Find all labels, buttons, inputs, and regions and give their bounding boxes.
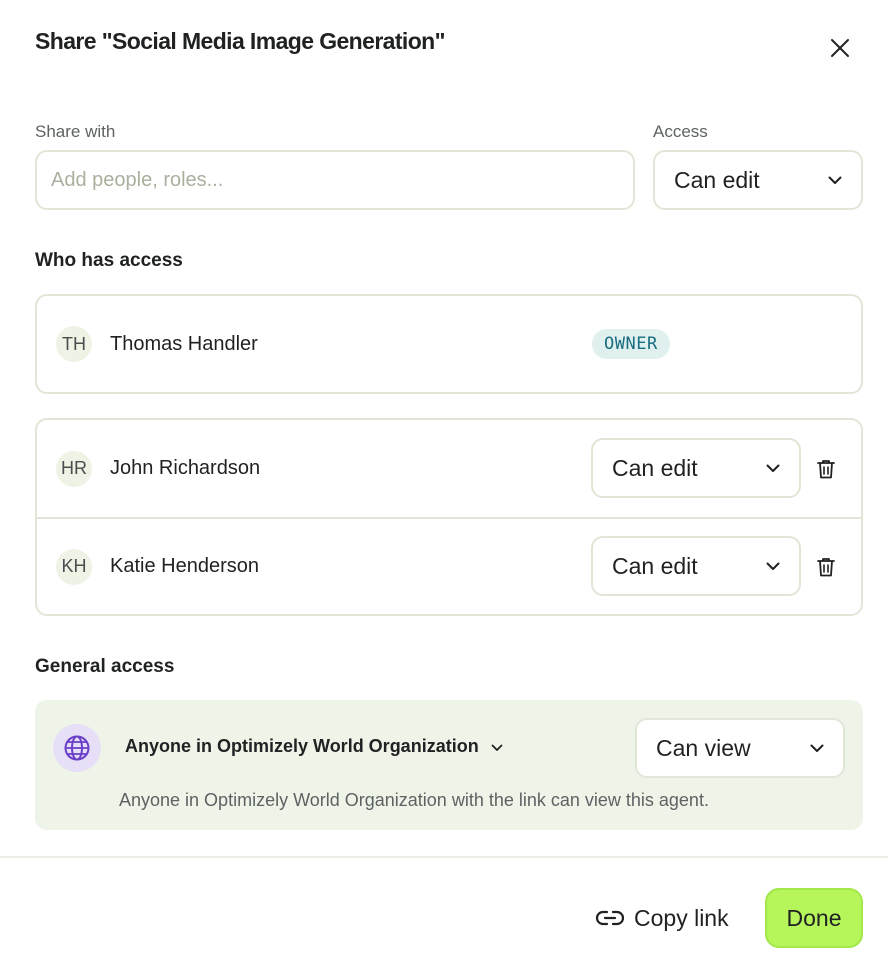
general-access-permission-value: Can view (656, 734, 751, 761)
remove-member-button[interactable] (815, 555, 837, 579)
general-access-description: Anyone in Optimizely World Organization … (119, 790, 709, 810)
owner-badge: OWNER (592, 329, 670, 359)
member-permission-value: Can edit (612, 552, 698, 579)
member-row: HR John Richardson Can edit (37, 420, 861, 517)
link-icon (596, 910, 624, 926)
owner-card: TH Thomas Handler OWNER (35, 294, 863, 394)
share-with-input[interactable] (35, 150, 635, 210)
copy-link-label: Copy link (634, 904, 729, 931)
avatar: TH (56, 326, 92, 362)
member-name: John Richardson (110, 457, 261, 479)
remove-member-button[interactable] (815, 457, 837, 481)
trash-icon (817, 557, 835, 576)
globe-icon (64, 735, 90, 761)
avatar: KH (56, 548, 92, 585)
done-button[interactable]: Done (765, 888, 863, 948)
access-select[interactable]: Can edit (653, 150, 863, 210)
member-permission-select[interactable]: Can edit (591, 536, 801, 596)
share-with-label: Share with (35, 122, 116, 141)
avatar: HR (56, 450, 92, 487)
general-access-scope-select[interactable]: Anyone in Optimizely World Organization (125, 736, 503, 757)
copy-link-button[interactable]: Copy link (596, 898, 729, 938)
chevron-down-icon (765, 460, 781, 476)
who-has-access-heading: Who has access (35, 250, 183, 271)
member-permission-value: Can edit (612, 454, 698, 481)
chevron-down-icon (827, 172, 843, 188)
access-select-value: Can edit (674, 166, 760, 193)
member-name: Katie Henderson (110, 555, 259, 577)
general-access-scope: Anyone in Optimizely World Organization (125, 736, 479, 756)
close-button[interactable] (826, 34, 854, 62)
general-access-heading: General access (35, 656, 175, 677)
globe-badge (53, 724, 101, 772)
chevron-down-icon (765, 558, 781, 574)
members-card: HR John Richardson Can edit KH Katie Hen… (35, 418, 863, 616)
close-icon (831, 39, 849, 57)
member-permission-select[interactable]: Can edit (591, 438, 801, 498)
access-label: Access (653, 122, 708, 141)
owner-row: TH Thomas Handler OWNER (37, 296, 861, 392)
general-access-panel: Anyone in Optimizely World Organization … (35, 700, 863, 830)
owner-name: Thomas Handler (110, 332, 258, 355)
chevron-down-icon (491, 736, 503, 757)
footer-divider (0, 856, 888, 858)
member-row: KH Katie Henderson Can edit (37, 518, 861, 615)
trash-icon (817, 459, 835, 478)
dialog-title: Share "Social Media Image Generation" (35, 28, 446, 54)
chevron-down-icon (809, 740, 825, 756)
general-access-permission-select[interactable]: Can view (635, 718, 845, 778)
